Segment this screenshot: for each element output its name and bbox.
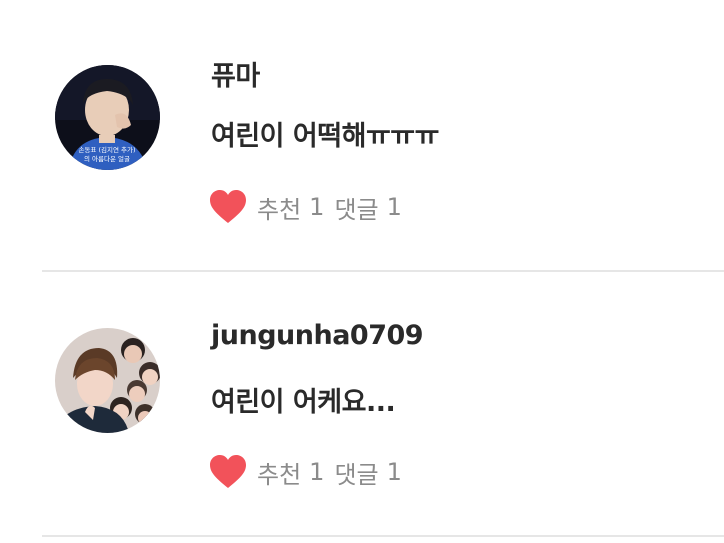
comment-meta: 추천 1 댓글 1 bbox=[209, 187, 402, 227]
heart-icon[interactable] bbox=[209, 189, 247, 225]
heart-icon[interactable] bbox=[209, 454, 247, 490]
reply-label[interactable]: 댓글 bbox=[334, 190, 378, 225]
comment-username[interactable]: jungunha0709 bbox=[211, 320, 424, 351]
avatar[interactable] bbox=[55, 328, 160, 433]
avatar-caption: 손동표 (김지연 추가) bbox=[78, 145, 135, 154]
comment-text: 여린이 어떡해ㅠㅠㅠ bbox=[211, 121, 439, 152]
avatar[interactable]: 손동표 (김지연 추가) 의 아름다운 얼굴 bbox=[55, 65, 160, 170]
comment-divider bbox=[42, 535, 724, 537]
reply-count: 1 bbox=[386, 193, 402, 221]
comment-item: 손동표 (김지연 추가) 의 아름다운 얼굴 퓨마 여린이 어떡해ㅠㅠㅠ 추천 … bbox=[0, 0, 724, 272]
comment-meta: 추천 1 댓글 1 bbox=[209, 452, 402, 492]
like-label[interactable]: 추천 bbox=[257, 190, 301, 225]
comment-item: jungunha0709 여린이 어케요... 추천 1 댓글 1 bbox=[0, 272, 724, 537]
reply-count: 1 bbox=[386, 458, 402, 486]
comment-username[interactable]: 퓨마 bbox=[211, 54, 260, 93]
avatar-image bbox=[55, 328, 160, 433]
avatar-image: 손동표 (김지연 추가) 의 아름다운 얼굴 bbox=[55, 65, 160, 170]
like-count: 1 bbox=[309, 193, 325, 221]
like-count: 1 bbox=[309, 458, 325, 486]
like-label[interactable]: 추천 bbox=[257, 455, 301, 490]
reply-label[interactable]: 댓글 bbox=[334, 455, 378, 490]
comment-text: 여린이 어케요... bbox=[211, 387, 396, 418]
avatar-caption: 의 아름다운 얼굴 bbox=[84, 154, 130, 163]
